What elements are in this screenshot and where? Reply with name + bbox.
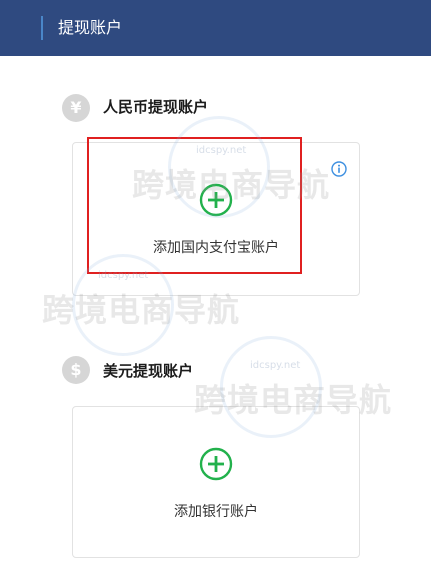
dollar-icon: $ xyxy=(62,356,90,384)
page-title: 提现账户 xyxy=(58,18,123,37)
header-accent-bar xyxy=(41,16,43,40)
cny-section-title: 人民币提现账户 xyxy=(103,98,209,116)
usd-section-title: 美元提现账户 xyxy=(103,362,194,380)
add-bank-card[interactable]: 添加银行账户 xyxy=(72,406,360,558)
info-icon[interactable] xyxy=(331,161,347,177)
yuan-icon: ¥ xyxy=(62,94,90,122)
header: 提现账户 xyxy=(0,0,431,56)
highlight-box xyxy=(87,137,302,274)
plus-circle-icon[interactable] xyxy=(199,447,233,481)
watermark-url: idcspy.net xyxy=(250,360,301,371)
add-bank-label: 添加银行账户 xyxy=(174,504,258,520)
